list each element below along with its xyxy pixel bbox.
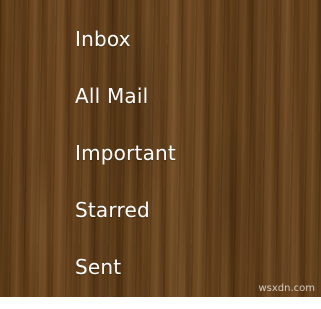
watermark: wsxdn.com	[258, 283, 315, 294]
menu-item-starred[interactable]: Starred	[75, 195, 176, 252]
menu-item-all-mail[interactable]: All Mail	[75, 81, 176, 138]
menu-item-inbox[interactable]: Inbox	[75, 24, 176, 81]
menu-item-sent[interactable]: Sent	[75, 252, 176, 309]
mail-folder-menu: Inbox All Mail Important Starred Sent	[75, 24, 176, 309]
menu-item-important[interactable]: Important	[75, 138, 176, 195]
